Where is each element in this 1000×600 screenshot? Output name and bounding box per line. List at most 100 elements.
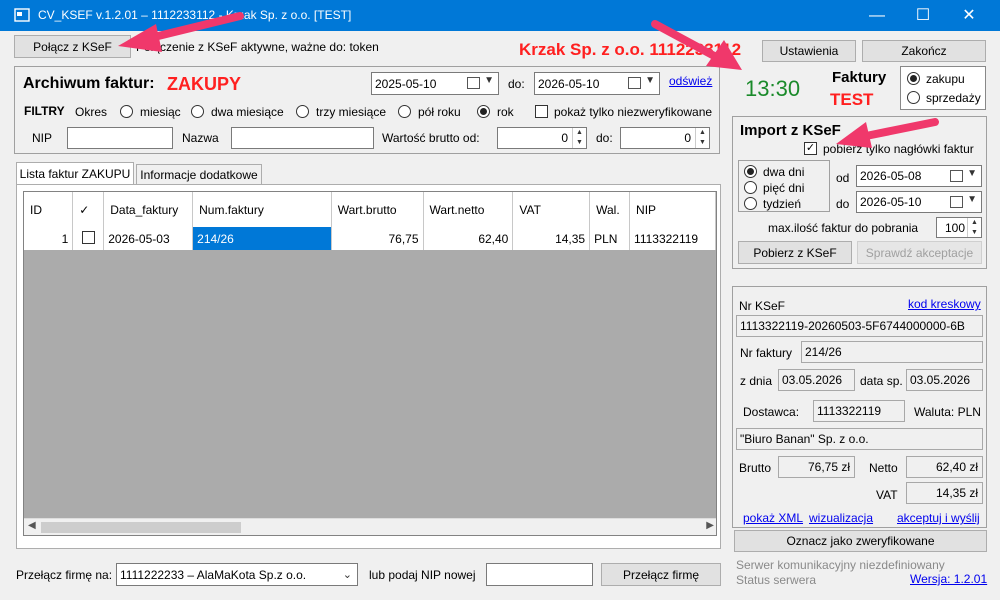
calendar-icon[interactable]: [467, 77, 480, 89]
max-invoices-spinner[interactable]: 100 ▲ ▼: [936, 217, 982, 238]
visualization-link[interactable]: wizualizacja: [809, 511, 873, 525]
invoices-title: Faktury: [832, 69, 887, 86]
connect-ksef-button[interactable]: Połącz z KSeF: [14, 35, 131, 58]
period-three-months-label[interactable]: trzy miesiące: [316, 105, 386, 119]
chevron-down-icon[interactable]: ▼: [967, 194, 977, 205]
col-check[interactable]: ✓: [72, 192, 105, 227]
supplier-name-field[interactable]: "Biuro Banan" Sp. z o.o.: [736, 428, 983, 450]
period-two-months-radio[interactable]: [191, 105, 204, 118]
invoice-grid[interactable]: ID ✓ Data_faktury Num.faktury Wart.brutt…: [23, 191, 717, 536]
col-currency[interactable]: Wal.: [589, 192, 631, 227]
purchase-radio[interactable]: [907, 72, 920, 85]
name-filter-input[interactable]: [231, 127, 374, 149]
window-title: CV_KSEF v.1.2.01 – 1112233112 - Krzak Sp…: [38, 8, 352, 22]
spinner-arrows[interactable]: ▲ ▼: [572, 128, 586, 148]
mark-verified-button[interactable]: Oznacz jako zweryfikowane: [734, 530, 987, 552]
range-two-days-label[interactable]: dwa dni: [763, 165, 804, 179]
show-xml-link[interactable]: pokaż XML: [743, 511, 803, 525]
cell-date: 2026-05-03: [103, 227, 194, 250]
period-two-months-label[interactable]: dwa miesiące: [211, 105, 284, 119]
scroll-left-icon[interactable]: ◀: [28, 520, 36, 531]
fetch-ksef-button[interactable]: Pobierz z KSeF: [738, 241, 852, 264]
gross-to-label: do:: [596, 131, 613, 145]
range-five-days-radio[interactable]: [744, 181, 757, 194]
tab-panel: ID ✓ Data_faktury Num.faktury Wart.brutt…: [16, 184, 721, 549]
nr-faktury-field[interactable]: 214/26: [801, 341, 983, 363]
period-three-months-radio[interactable]: [296, 105, 309, 118]
settings-button[interactable]: Ustawienia: [762, 40, 856, 62]
exit-button[interactable]: Zakończ: [862, 40, 986, 62]
barcode-link[interactable]: kod kreskowy: [908, 297, 981, 311]
import-date-to[interactable]: 2026-05-10 ▼: [856, 191, 982, 213]
switch-company-button[interactable]: Przełącz firmę: [601, 563, 721, 586]
version-link[interactable]: Wersja: 1.2.01: [910, 572, 987, 586]
col-number[interactable]: Num.faktury: [192, 192, 332, 227]
period-half-year-radio[interactable]: [398, 105, 411, 118]
col-net[interactable]: Wart.netto: [423, 192, 514, 227]
col-nip[interactable]: NIP: [629, 192, 716, 227]
nip-filter-input[interactable]: [67, 127, 173, 149]
calendar-icon[interactable]: [950, 170, 963, 182]
check-acceptance-button[interactable]: Sprawdź akceptacje: [857, 241, 982, 264]
brutto-label: Brutto: [739, 461, 772, 475]
period-half-year-label[interactable]: pół roku: [418, 105, 461, 119]
purchase-label[interactable]: zakupu: [926, 72, 965, 86]
chevron-down-icon[interactable]: ▼: [967, 168, 977, 179]
cell-check[interactable]: [72, 227, 105, 250]
sales-radio[interactable]: [907, 91, 920, 104]
sales-label[interactable]: sprzedaży: [926, 91, 981, 105]
brutto-field[interactable]: 76,75 zł: [778, 456, 855, 478]
range-five-days-label[interactable]: pięć dni: [763, 181, 804, 195]
data-sp-field[interactable]: 03.05.2026: [906, 369, 983, 391]
minimize-button[interactable]: —: [854, 0, 900, 31]
horizontal-scrollbar[interactable]: ◀ ▶: [24, 518, 716, 535]
range-two-days-radio[interactable]: [744, 165, 757, 178]
period-month-label[interactable]: miesiąc: [140, 105, 181, 119]
col-gross[interactable]: Wart.brutto: [331, 192, 424, 227]
close-button[interactable]: ✕: [946, 0, 992, 31]
range-week-label[interactable]: tydzień: [763, 197, 801, 211]
nr-ksef-field[interactable]: 1113322119-20260503-5F6744000000-6B: [736, 315, 983, 337]
col-vat[interactable]: VAT: [512, 192, 591, 227]
range-week-radio[interactable]: [744, 197, 757, 210]
chevron-down-icon[interactable]: ▼: [484, 75, 494, 86]
calendar-icon[interactable]: [950, 196, 963, 208]
col-id[interactable]: ID: [24, 192, 74, 227]
refresh-link[interactable]: odśwież: [669, 74, 712, 88]
period-year-radio[interactable]: [477, 105, 490, 118]
chevron-down-icon[interactable]: ▼: [645, 75, 655, 86]
unverified-only-checkbox[interactable]: [535, 105, 548, 118]
accept-send-link[interactable]: akceptuj i wyślij: [897, 511, 980, 525]
table-row[interactable]: 1 2026-05-03 214/26 76,75 62,40 14,35 PL…: [24, 227, 716, 250]
app-icon: [14, 8, 30, 22]
row-checkbox[interactable]: [81, 230, 95, 244]
vat-field[interactable]: 14,35 zł: [906, 482, 983, 504]
gross-to-spinner[interactable]: 0 ▲ ▼: [620, 127, 710, 149]
archive-date-from[interactable]: 2025-05-10 ▼: [371, 72, 499, 95]
tab-invoice-list[interactable]: Lista faktur ZAKUPU: [16, 162, 134, 184]
chevron-down-icon[interactable]: ⌄: [343, 568, 352, 581]
scrollbar-thumb[interactable]: [41, 522, 241, 533]
calendar-icon[interactable]: [628, 77, 641, 89]
archive-date-to[interactable]: 2026-05-10 ▼: [534, 72, 660, 95]
supplier-nip-field[interactable]: 1113322119: [813, 400, 905, 422]
period-month-radio[interactable]: [120, 105, 133, 118]
spinner-arrows[interactable]: ▲ ▼: [967, 218, 981, 237]
maximize-button[interactable]: ☐: [900, 0, 946, 31]
gross-from-spinner[interactable]: 0 ▲ ▼: [497, 127, 587, 149]
netto-field[interactable]: 62,40 zł: [906, 456, 983, 478]
z-dnia-field[interactable]: 03.05.2026: [778, 369, 855, 391]
scroll-right-icon[interactable]: ▶: [706, 520, 714, 531]
import-date-from[interactable]: 2026-05-08 ▼: [856, 165, 982, 187]
headers-only-label[interactable]: pobierz tylko nagłówki faktur: [823, 142, 974, 156]
new-nip-input[interactable]: [486, 563, 593, 586]
unverified-only-label[interactable]: pokaż tylko niezweryfikowane: [554, 105, 712, 119]
company-select[interactable]: 1111222233 – AlaMaKota Sp.z o.o. ⌄: [116, 563, 358, 586]
max-invoices-label: max.ilość faktur do pobrania: [768, 221, 919, 235]
spinner-arrows[interactable]: ▲ ▼: [695, 128, 709, 148]
tab-additional-info[interactable]: Informacje dodatkowe: [136, 164, 262, 184]
headers-only-checkbox[interactable]: ✓: [804, 142, 817, 155]
archive-title: Archiwum faktur:: [23, 75, 155, 92]
period-year-label[interactable]: rok: [497, 105, 514, 119]
col-date[interactable]: Data_faktury: [103, 192, 194, 227]
